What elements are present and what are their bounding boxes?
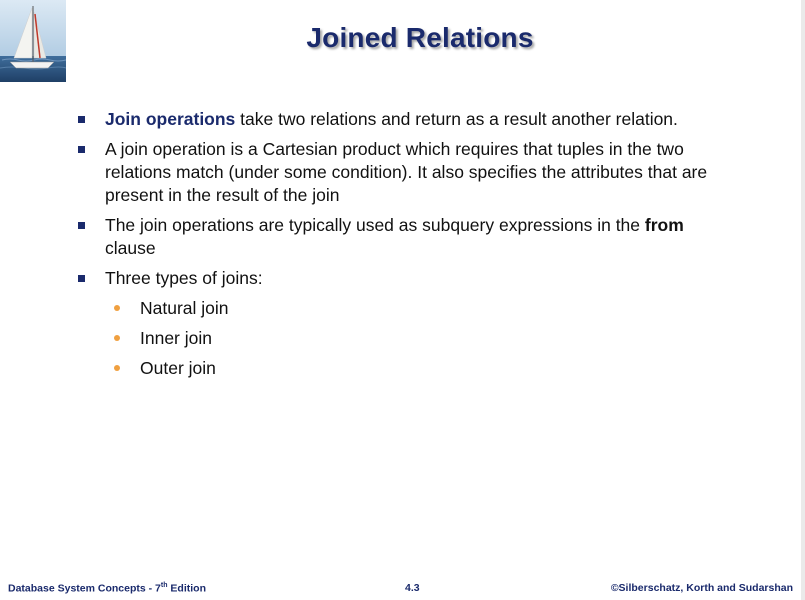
bullet-text: take two relations and return as a resul… [235, 109, 678, 129]
dot-bullet-icon [114, 335, 120, 341]
slide-title: Joined Relations [306, 22, 534, 53]
bullet-lead: Join operations [105, 109, 236, 129]
bullet-list: Join operations take two relations and r… [76, 108, 736, 387]
footer-edition-sup: th [160, 582, 168, 589]
sub-bullet-text: Inner join [140, 328, 212, 348]
sub-bullet-text: Natural join [140, 298, 229, 318]
square-bullet-icon [78, 222, 85, 229]
bullet-text: Three types of joins: [105, 268, 263, 288]
bullet-text-after: clause [105, 238, 156, 258]
slide-edge-band [801, 0, 805, 600]
bullet-text: A join operation is a Cartesian product … [105, 139, 708, 205]
footer-book: Database System Concepts - 7 [8, 582, 161, 595]
bullet-item: The join operations are typically used a… [76, 214, 736, 260]
dot-bullet-icon [114, 365, 120, 371]
bullet-item: Join operations take two relations and r… [76, 108, 736, 131]
square-bullet-icon [78, 146, 85, 153]
square-bullet-icon [78, 275, 85, 282]
dot-bullet-icon [114, 305, 120, 311]
bullet-item: Three types of joins: [76, 267, 736, 290]
footer-copyright: ©Silberschatz, Korth and Sudarshan [610, 582, 793, 594]
sub-bullet-item: Outer join [76, 357, 736, 380]
sub-bullet-item: Inner join [76, 327, 736, 350]
bullet-item: A join operation is a Cartesian product … [76, 138, 736, 207]
bullet-keyword: from [644, 215, 684, 235]
footer-book-title: Database System Concepts - 7th Edition [8, 582, 206, 595]
footer-edition-word: Edition [167, 582, 207, 595]
footer-page-number: 4.3 [405, 582, 420, 594]
square-bullet-icon [78, 116, 85, 123]
sub-bullet-text: Outer join [140, 358, 216, 378]
bullet-text: The join operations are typically used a… [105, 215, 645, 235]
sub-bullet-item: Natural join [76, 297, 736, 320]
